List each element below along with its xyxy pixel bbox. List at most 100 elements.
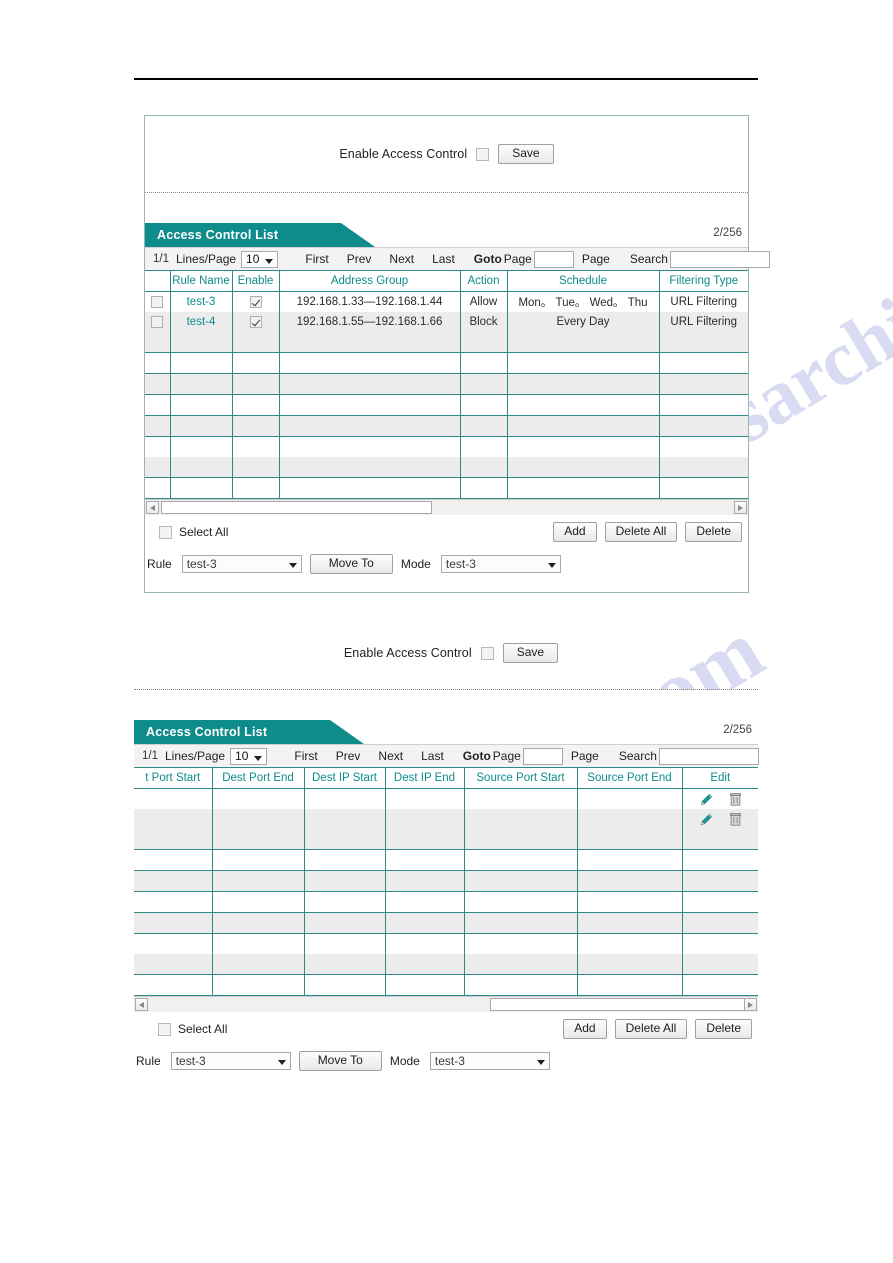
pencil-icon[interactable]: [700, 813, 713, 826]
cell-rule-name: test-4: [170, 312, 233, 332]
table-row[interactable]: [145, 332, 748, 353]
lines-per-page-select[interactable]: 10: [241, 250, 279, 268]
row-select-checkbox[interactable]: [151, 295, 164, 308]
access-control-panel-top: Enable Access Control Save Access Contro…: [144, 115, 770, 593]
move-to-button[interactable]: Move To: [309, 554, 393, 574]
goto-page-input[interactable]: [522, 747, 563, 765]
last-page-button[interactable]: Last: [412, 749, 453, 763]
cell-dest-ip-start: [304, 788, 386, 809]
lines-per-page-value: 10: [235, 748, 249, 763]
table-row[interactable]: [134, 829, 758, 850]
trash-icon[interactable]: [729, 812, 741, 826]
table-row[interactable]: [134, 849, 758, 871]
table-row[interactable]: [145, 436, 748, 457]
row-enable-checkbox[interactable]: [249, 295, 262, 308]
goto-page-input[interactable]: [533, 250, 574, 268]
add-button[interactable]: Add: [563, 1019, 607, 1039]
table-row[interactable]: [134, 788, 758, 809]
cell-edit[interactable]: [682, 809, 758, 829]
table-row[interactable]: [145, 457, 748, 478]
cell-enable[interactable]: [232, 291, 280, 312]
scroll-right-arrow-icon[interactable]: [744, 998, 757, 1011]
goto-label[interactable]: Goto: [474, 252, 502, 266]
rule-select[interactable]: test-3: [170, 1052, 291, 1070]
mode-select-value: test-3: [434, 1054, 465, 1068]
goto-page-label: Page: [503, 252, 532, 266]
table-row[interactable]: [134, 809, 758, 829]
save-button[interactable]: Save: [502, 643, 559, 663]
cell-dest-ip-end: [385, 788, 465, 809]
access-control-list-header-top: Access Control List 2/256: [145, 223, 748, 247]
cell-dest-port-end: [212, 809, 305, 829]
spacer-bottom: [134, 690, 758, 720]
table-row[interactable]: [145, 394, 748, 416]
enable-access-control-checkbox[interactable]: [480, 646, 494, 660]
rule-move-row-bottom: Rule test-3 Move To Mode test-3: [134, 1046, 758, 1076]
list-toolbar-bottom: 1/1 Lines/Page 10 First Prev Next Last G…: [134, 744, 759, 768]
cell-edit[interactable]: [682, 788, 758, 809]
cell-filtering-type: URL Filtering: [659, 291, 748, 312]
first-page-button[interactable]: First: [285, 749, 326, 763]
row-select-checkbox[interactable]: [151, 315, 164, 328]
table-header-row: Rule Name Enable Address Group Action Sc…: [145, 271, 748, 292]
search-input[interactable]: [658, 747, 759, 765]
row-select-cell[interactable]: [145, 312, 171, 332]
rule-select-value: test-3: [186, 557, 217, 571]
table-row[interactable]: [134, 933, 758, 954]
table-row[interactable]: [134, 870, 758, 892]
table-row[interactable]: test-3 192.168.1.33—192.168.1.44 Allow M…: [145, 291, 748, 312]
scroll-left-arrow-icon[interactable]: [135, 998, 148, 1011]
table-row[interactable]: [145, 352, 748, 374]
save-button[interactable]: Save: [498, 144, 554, 164]
next-page-button[interactable]: Next: [380, 252, 423, 266]
last-page-button[interactable]: Last: [423, 252, 464, 266]
enable-access-control-checkbox[interactable]: [476, 147, 490, 161]
lines-per-page-select[interactable]: 10: [230, 747, 268, 765]
select-all-checkbox[interactable]: [158, 1022, 171, 1036]
delete-button[interactable]: Delete: [695, 1019, 752, 1039]
table-row[interactable]: [134, 974, 758, 996]
select-all-checkbox[interactable]: [159, 525, 172, 539]
cell-enable[interactable]: [232, 312, 280, 332]
lines-per-page-value: 10: [246, 251, 260, 266]
cell-schedule: Mon。 Tue。 Wed。 Thu: [507, 291, 660, 312]
search-input[interactable]: [669, 250, 770, 268]
move-to-button[interactable]: Move To: [298, 1051, 382, 1071]
select-all-control[interactable]: Select All: [158, 1022, 227, 1036]
first-page-button[interactable]: First: [296, 252, 337, 266]
horizontal-scrollbar-top[interactable]: [145, 499, 748, 515]
prev-page-button[interactable]: Prev: [327, 749, 370, 763]
pencil-icon[interactable]: [700, 793, 713, 806]
prev-page-button[interactable]: Prev: [338, 252, 381, 266]
rule-select[interactable]: test-3: [181, 555, 302, 573]
scroll-right-arrow-icon[interactable]: [734, 501, 747, 514]
action-row-bottom: Select All Add Delete All Delete: [134, 1012, 758, 1046]
table-row[interactable]: [134, 954, 758, 975]
next-page-button[interactable]: Next: [369, 749, 412, 763]
table-row[interactable]: [145, 415, 748, 437]
record-counter: 2/256: [713, 227, 742, 239]
table-row[interactable]: [134, 912, 758, 934]
delete-all-button[interactable]: Delete All: [614, 1019, 688, 1039]
table-row[interactable]: [134, 891, 758, 913]
delete-button[interactable]: Delete: [685, 522, 742, 542]
scroll-left-arrow-icon[interactable]: [146, 501, 159, 514]
horizontal-scrollbar-bottom[interactable]: [134, 996, 758, 1012]
row-enable-checkbox[interactable]: [249, 315, 262, 328]
row-select-cell[interactable]: [145, 291, 171, 312]
scrollbar-thumb[interactable]: [489, 998, 746, 1011]
table-row[interactable]: [145, 477, 748, 499]
col-enable: Enable: [232, 271, 280, 292]
scrollbar-thumb[interactable]: [161, 501, 433, 514]
cell-source-port-end: [577, 788, 683, 809]
table-row[interactable]: test-4 192.168.1.55—192.168.1.66 Block E…: [145, 312, 748, 332]
mode-select[interactable]: test-3: [429, 1052, 550, 1070]
cell-address-group: 192.168.1.55—192.168.1.66: [279, 312, 461, 332]
mode-select[interactable]: test-3: [440, 555, 561, 573]
goto-label[interactable]: Goto: [463, 749, 491, 763]
table-row[interactable]: [145, 373, 748, 395]
add-button[interactable]: Add: [553, 522, 597, 542]
delete-all-button[interactable]: Delete All: [604, 522, 678, 542]
trash-icon[interactable]: [729, 792, 741, 806]
select-all-control[interactable]: Select All: [159, 525, 228, 539]
